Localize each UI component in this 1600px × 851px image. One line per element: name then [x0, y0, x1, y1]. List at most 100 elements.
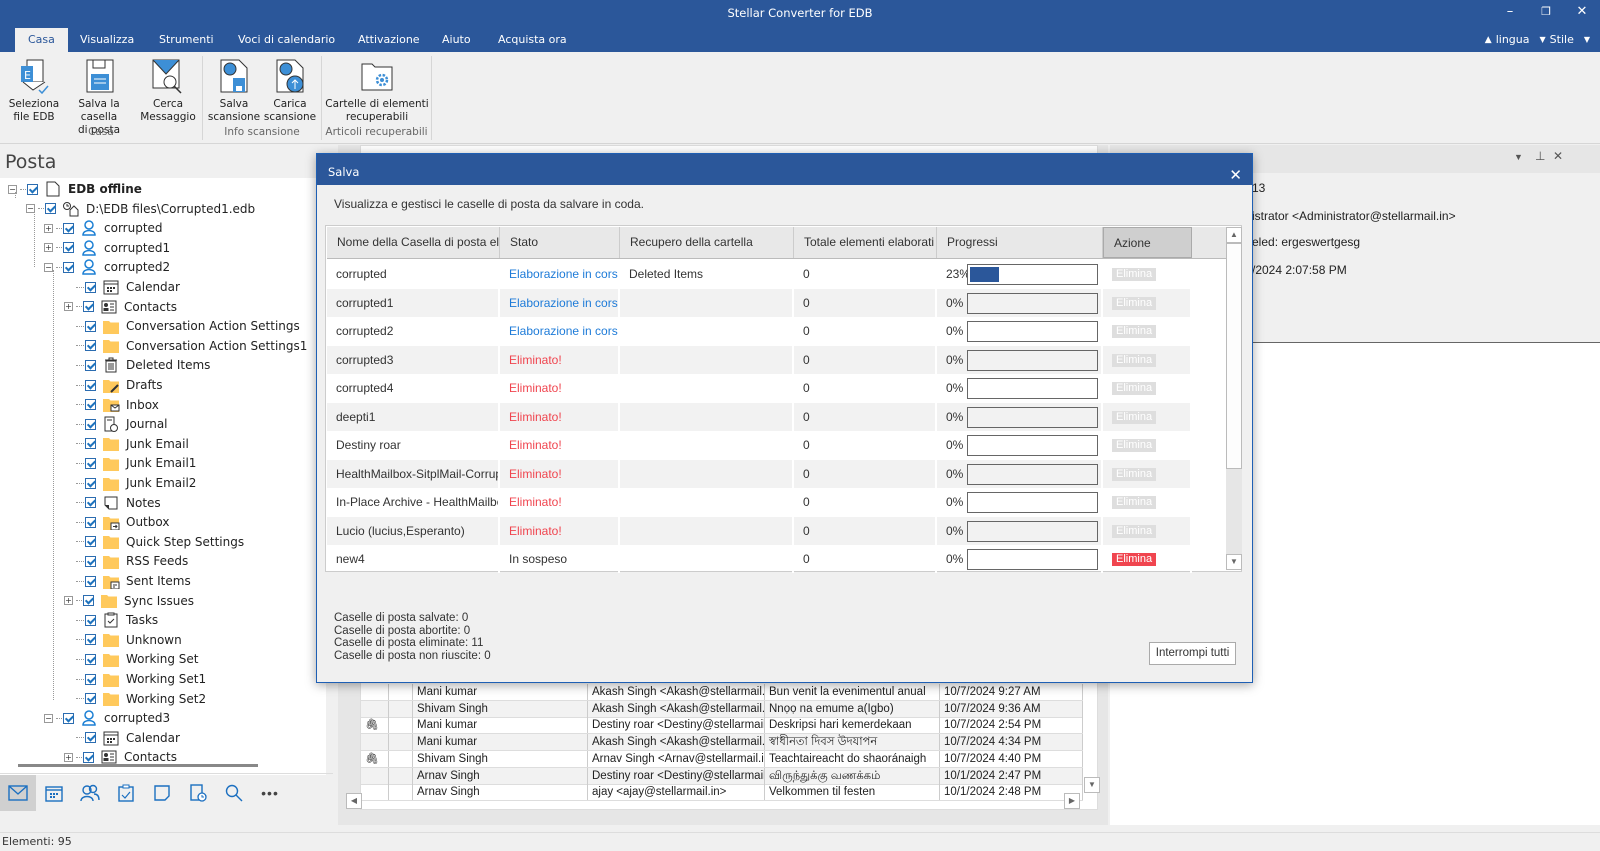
- tree-node[interactable]: + Contacts: [64, 297, 177, 317]
- tree-checkbox[interactable]: [63, 222, 74, 234]
- tree-checkbox[interactable]: [85, 673, 96, 685]
- tree-node[interactable]: Conversation Action Settings: [76, 316, 300, 336]
- tree-checkbox[interactable]: [45, 203, 56, 215]
- tab-aiuto[interactable]: Aiuto: [429, 28, 484, 52]
- queue-row[interactable]: new4 In sospeso 0 0% Elimina: [327, 545, 1192, 573]
- tree-node[interactable]: Junk Email1: [76, 453, 196, 473]
- tree-node[interactable]: + Sync Issues: [64, 591, 194, 611]
- tree-checkbox[interactable]: [85, 399, 96, 411]
- tree-node[interactable]: Conversation Action Settings1: [76, 336, 307, 356]
- tree-node[interactable]: Inbox: [76, 395, 159, 415]
- queue-row[interactable]: In-Place Archive - HealthMailbo... Elimin…: [327, 488, 1192, 516]
- stile-dropdown-icon[interactable]: ▼: [1584, 28, 1590, 52]
- calendar-icon[interactable]: [36, 775, 72, 811]
- search-message-button[interactable]: Cerca Messaggio: [139, 56, 197, 124]
- tree-horizontal-scrollbar[interactable]: [18, 764, 258, 767]
- tree-checkbox[interactable]: [85, 379, 96, 391]
- tree-node[interactable]: − corrupted2: [44, 257, 170, 277]
- delete-button[interactable]: Elimina: [1112, 268, 1157, 281]
- tree-checkbox[interactable]: [63, 712, 74, 724]
- queue-row[interactable]: Lucio (lucius,Esperanto) Eliminato! 0 0% Eli…: [327, 516, 1192, 545]
- tree-checkbox[interactable]: [85, 555, 96, 567]
- minimize-button[interactable]: –: [1492, 0, 1528, 26]
- expand-icon[interactable]: +: [64, 596, 73, 606]
- tree-checkbox[interactable]: [85, 634, 96, 646]
- col-action[interactable]: Azione: [1103, 227, 1192, 258]
- tree-node[interactable]: Working Set1: [76, 669, 206, 689]
- tasks-icon[interactable]: [108, 775, 144, 811]
- list-scroll-left[interactable]: ◀: [346, 793, 362, 809]
- queue-row[interactable]: corrupted4 Eliminato! 0 0% Elimina: [327, 374, 1192, 402]
- tree-node[interactable]: + corrupted: [44, 218, 163, 238]
- tab-visualizza[interactable]: Visualizza: [67, 28, 147, 52]
- tree-node[interactable]: Junk Email2: [76, 473, 196, 493]
- tree-checkbox[interactable]: [83, 751, 94, 763]
- tree-checkbox[interactable]: [85, 732, 96, 744]
- tree-node[interactable]: Outbox: [76, 512, 169, 532]
- tree-node[interactable]: Journal: [76, 414, 168, 434]
- tree-node[interactable]: Calendar: [76, 277, 180, 297]
- grid-scroll-down[interactable]: ▼: [1226, 554, 1242, 570]
- tree-checkbox[interactable]: [85, 516, 96, 528]
- queue-row[interactable]: HealthMailbox-SitplMail-Corrupt... Elimin…: [327, 459, 1192, 488]
- tree-node[interactable]: + corrupted1: [44, 238, 170, 258]
- tab-voci-di-calendario[interactable]: Voci di calendario: [225, 28, 348, 52]
- tree-node[interactable]: Calendar: [76, 728, 180, 748]
- tree-checkbox[interactable]: [85, 438, 96, 450]
- search-icon[interactable]: [216, 775, 252, 811]
- grid-scroll-up[interactable]: ▲: [1226, 227, 1242, 243]
- tree-checkbox[interactable]: [27, 183, 38, 195]
- delete-button[interactable]: Elimina: [1112, 496, 1157, 509]
- col-status[interactable]: Stato: [500, 227, 620, 258]
- tree-node[interactable]: Sent Items: [76, 571, 191, 591]
- delete-button[interactable]: Elimina: [1112, 296, 1157, 310]
- queue-row[interactable]: corrupted Elaborazione in corso Deleted It…: [327, 260, 1192, 288]
- tree-node[interactable]: Deleted Items: [76, 355, 210, 375]
- stile-menu[interactable]: Stile: [1550, 28, 1574, 52]
- tree-checkbox[interactable]: [85, 536, 96, 548]
- queue-row[interactable]: corrupted2 Elaborazione in corso 0 0% Elimin…: [327, 317, 1192, 345]
- tree-node[interactable]: − D:\EDB files\Corrupted1.edb: [26, 199, 255, 219]
- tree-checkbox[interactable]: [85, 340, 96, 352]
- queue-row[interactable]: corrupted3 Eliminato! 0 0% Elimina: [327, 345, 1192, 374]
- restore-button[interactable]: ❐: [1528, 0, 1564, 26]
- tree-node[interactable]: Quick Step Settings: [76, 532, 244, 552]
- tree-checkbox[interactable]: [85, 281, 96, 293]
- stop-all-button[interactable]: Interrompi tutti: [1149, 642, 1236, 665]
- message-row[interactable]: Mani kumar Akash Singh <Akash@stellarmail…: [361, 734, 1083, 752]
- delete-button[interactable]: Elimina: [1112, 410, 1157, 424]
- expand-icon[interactable]: +: [44, 223, 53, 233]
- tree-node[interactable]: RSS Feeds: [76, 551, 188, 571]
- collapse-ribbon-icon[interactable]: ▲: [1485, 28, 1492, 52]
- expand-icon[interactable]: +: [64, 302, 73, 312]
- message-row[interactable]: Shivam Singh Akash Singh <Akash@stellarma…: [361, 700, 1083, 718]
- tree-checkbox[interactable]: [85, 693, 96, 705]
- queue-row[interactable]: corrupted1 Elaborazione in corso 0 0% Elimin…: [327, 288, 1192, 317]
- journal-icon[interactable]: [180, 775, 216, 811]
- list-scroll-right[interactable]: ▶: [1064, 793, 1080, 809]
- tree-checkbox[interactable]: [83, 595, 94, 607]
- col-mailbox-name[interactable]: Nome della Casella di posta ele...: [327, 227, 500, 258]
- tree-node[interactable]: Working Set: [76, 649, 198, 669]
- tree-checkbox[interactable]: [83, 301, 94, 313]
- more-icon[interactable]: •••: [252, 775, 288, 811]
- tree-checkbox[interactable]: [85, 457, 96, 469]
- queue-row[interactable]: Destiny roar Eliminato! 0 0% Elimina: [327, 431, 1192, 459]
- delete-button[interactable]: Elimina: [1112, 524, 1157, 538]
- mail-icon[interactable]: [0, 774, 36, 811]
- collapse-icon[interactable]: −: [44, 713, 53, 723]
- message-row[interactable]: 🖇 Mani kumar Destiny roar <Destiny@stellar…: [361, 717, 1083, 735]
- tree-node[interactable]: Drafts: [76, 375, 163, 395]
- notes-icon[interactable]: [144, 775, 180, 811]
- delete-button[interactable]: Elimina: [1112, 467, 1157, 481]
- col-progress[interactable]: Progressi: [937, 227, 1103, 258]
- contacts-icon[interactable]: [72, 775, 108, 811]
- tab-attivazione[interactable]: Attivazione: [345, 28, 433, 52]
- lingua-menu[interactable]: lingua: [1496, 28, 1530, 52]
- tree-checkbox[interactable]: [85, 575, 96, 587]
- tree-node[interactable]: − corrupted3: [44, 708, 170, 728]
- tree-checkbox[interactable]: [85, 653, 96, 665]
- tab-acquista-ora[interactable]: Acquista ora: [485, 28, 580, 52]
- delete-button[interactable]: Elimina: [1112, 439, 1157, 452]
- expand-icon[interactable]: +: [64, 752, 73, 762]
